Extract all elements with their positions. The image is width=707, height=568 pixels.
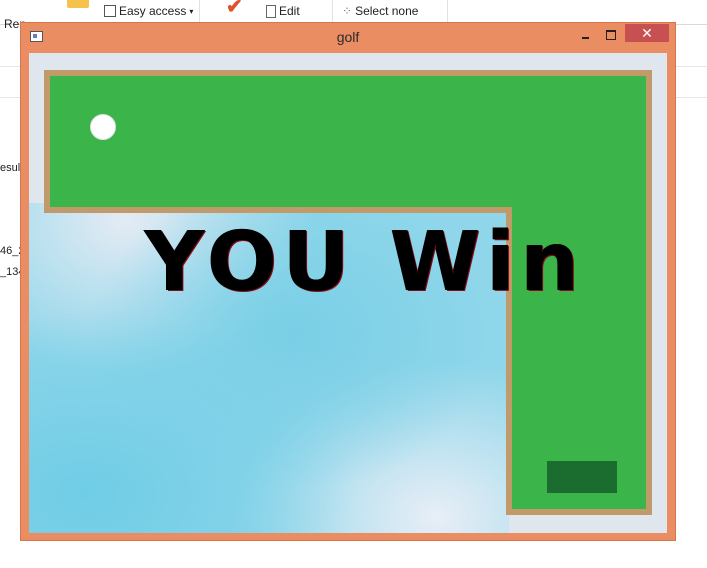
- close-button[interactable]: ✕: [625, 24, 669, 42]
- you-win-message: YOU Win: [145, 215, 586, 310]
- edit-label: Edit: [279, 4, 300, 18]
- easy-access-icon: [104, 5, 116, 17]
- file-list-item[interactable]: esul: [0, 162, 20, 174]
- ribbon-divider: [332, 0, 333, 22]
- game-canvas[interactable]: YOU Win: [29, 53, 667, 533]
- chevron-down-icon: ▾: [189, 6, 194, 16]
- maximize-button[interactable]: [599, 26, 623, 44]
- select-none-label: Select none: [355, 4, 419, 18]
- edit-button[interactable]: Edit: [266, 4, 300, 18]
- folder-icon: [67, 0, 89, 8]
- edit-icon: [266, 4, 276, 18]
- checkmark-icon: ✔: [226, 0, 243, 18]
- select-none-icon: ⁘: [342, 4, 353, 18]
- ribbon-divider: [447, 0, 448, 22]
- ribbon-divider: [199, 0, 200, 22]
- golf-ball[interactable]: [90, 114, 116, 140]
- file-name: esul: [0, 162, 21, 174]
- new-item-button[interactable]: [67, 0, 89, 8]
- properties-button[interactable]: ✔: [226, 0, 243, 19]
- minimize-button[interactable]: [573, 26, 597, 44]
- select-none-button[interactable]: ⁘ Select none: [342, 4, 418, 18]
- close-icon: ✕: [641, 25, 653, 41]
- easy-access-label: Easy access: [119, 4, 187, 18]
- easy-access-button[interactable]: Easy access ▾: [104, 4, 193, 18]
- hole-target: [547, 461, 617, 493]
- golf-window: golf ✕ YOU Win: [20, 22, 676, 541]
- title-bar[interactable]: golf ✕: [21, 23, 675, 51]
